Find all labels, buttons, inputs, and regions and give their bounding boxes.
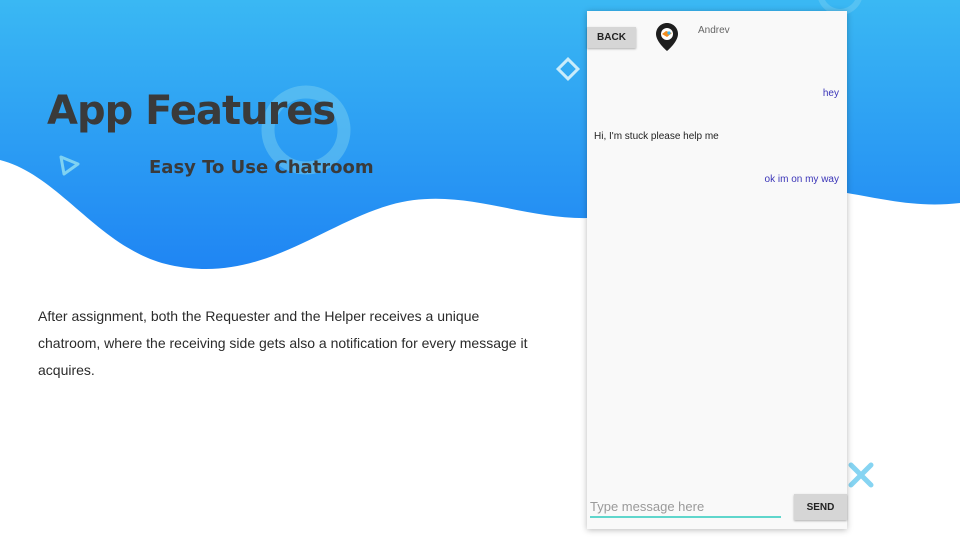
slide-title: App Features xyxy=(47,88,336,134)
message-sent: ok im on my way xyxy=(764,174,839,185)
input-underline xyxy=(590,516,781,518)
slide-subtitle: Easy To Use Chatroom xyxy=(149,157,374,178)
chatroom-screenshot: BACK Andrev hey Hi, I'm stuck please hel… xyxy=(587,11,847,529)
send-button[interactable]: SEND xyxy=(794,494,847,520)
cross-decoration xyxy=(848,462,874,488)
contact-name: Andrev xyxy=(698,25,730,36)
diamond-decoration xyxy=(555,56,581,82)
feature-description: After assignment, both the Requester and… xyxy=(38,308,528,378)
message-received: Hi, I'm stuck please help me xyxy=(594,131,719,142)
message-sent: hey xyxy=(822,88,839,99)
back-button[interactable]: BACK xyxy=(587,27,636,48)
map-pin-icon xyxy=(656,23,678,51)
message-input[interactable] xyxy=(590,497,778,515)
triangle-decoration xyxy=(59,155,80,176)
